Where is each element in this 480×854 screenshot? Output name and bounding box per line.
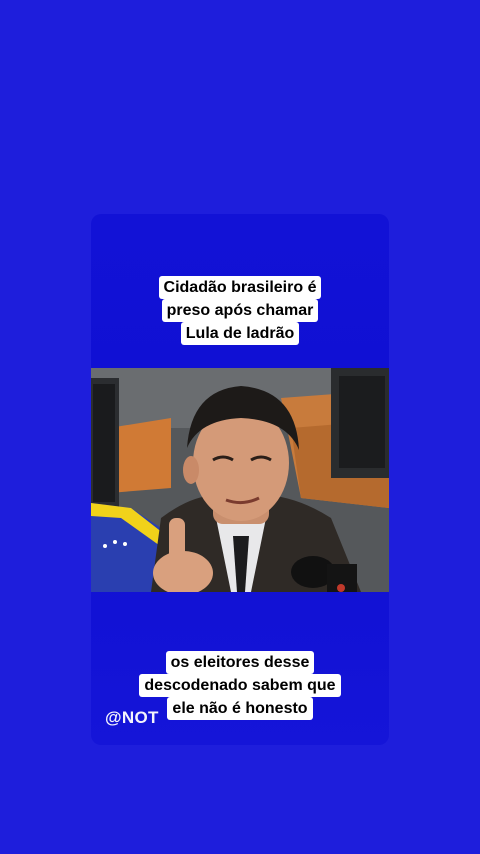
subtitle-caption: os eleitores desse descodenado sabem que…	[91, 651, 389, 720]
video-post-card[interactable]: Cidadão brasileiro é preso após chamar L…	[91, 214, 389, 745]
subtitle-line-2: descodenado sabem que	[139, 674, 341, 697]
video-frame-icon	[91, 368, 389, 592]
subtitle-line-3: ele não é honesto	[167, 697, 313, 720]
video-frame[interactable]	[91, 368, 389, 592]
subtitle-line-1: os eleitores desse	[165, 651, 315, 674]
headline-line-2: preso após chamar	[161, 299, 319, 322]
headline-line-1: Cidadão brasileiro é	[158, 276, 322, 299]
headline-caption: Cidadão brasileiro é preso após chamar L…	[91, 276, 389, 345]
headline-line-3: Lula de ladrão	[180, 322, 300, 345]
